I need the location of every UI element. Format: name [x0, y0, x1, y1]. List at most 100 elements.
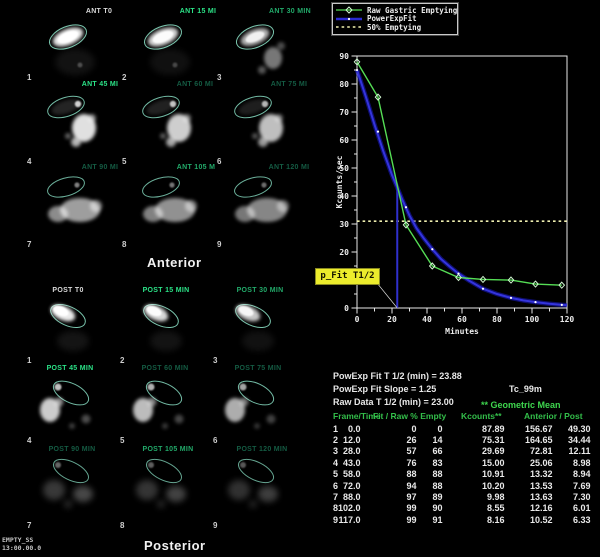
- result-cell: 89: [417, 491, 443, 502]
- fit-curve-glow: [357, 70, 567, 305]
- scintigraphy-image: [28, 18, 122, 80]
- result-cell: 57: [361, 446, 417, 457]
- result-cell: 9: [330, 514, 338, 525]
- result-cell: 58.0: [338, 469, 361, 480]
- result-row: 672.0948810.2013.537.69: [330, 480, 591, 491]
- posterior-cell-1[interactable]: [28, 296, 122, 363]
- legend-item: PowerExpFit: [336, 15, 454, 24]
- result-cell: 88: [417, 469, 443, 480]
- anterior-cell-6[interactable]: [215, 92, 309, 159]
- posterior-cell-2[interactable]: [121, 296, 215, 363]
- result-row: 9117.099918.1610.526.33: [330, 514, 591, 525]
- result-cell: 49.30: [553, 423, 591, 434]
- anterior-frame-number: 7: [27, 240, 31, 249]
- posterior-frame-number: 2: [120, 356, 124, 365]
- result-cell: 7.30: [553, 491, 591, 502]
- result-cell: 94: [361, 480, 417, 491]
- result-cell: 25.06: [505, 457, 553, 468]
- result-cell: 0: [417, 423, 443, 434]
- result-row: 558.0888810.9113.328.94: [330, 469, 591, 480]
- result-row: 8102.099908.5512.166.01: [330, 503, 591, 514]
- posterior-cell-7[interactable]: [28, 454, 122, 521]
- header-fit-raw: Fit / Raw % Empty: [373, 411, 446, 421]
- posterior-cell-4[interactable]: [28, 374, 122, 441]
- posterior-frame-label: POST 75 MIN: [235, 365, 282, 372]
- result-cell: 8.98: [553, 457, 591, 468]
- posterior-frame-number: 7: [27, 521, 31, 530]
- scintigraphy-image: [123, 174, 217, 236]
- anterior-frame-label: ANT 60 MI: [177, 81, 214, 88]
- anterior-cell-7[interactable]: [28, 174, 122, 241]
- result-cell: 13.32: [505, 469, 553, 480]
- anterior-frame-number: 4: [27, 157, 31, 166]
- anterior-frame-label: ANT 75 MI: [271, 81, 308, 88]
- result-cell: 8.16: [443, 514, 505, 525]
- result-cell: 8: [330, 503, 338, 514]
- svg-text:120: 120: [560, 315, 575, 324]
- anterior-cell-2[interactable]: [123, 18, 217, 85]
- gastric-emptying-chart: 0102030405060708090020406080100120Minute…: [330, 0, 600, 345]
- scintigraphy-image: [121, 374, 215, 436]
- posterior-cell-9[interactable]: [213, 454, 307, 521]
- result-cell: 164.65: [505, 434, 553, 445]
- chart-legend: Raw Gastric Emptying PowerExpFit 50% Emp…: [332, 3, 458, 35]
- anterior-cell-8[interactable]: [123, 174, 217, 241]
- posterior-cell-8[interactable]: [121, 454, 215, 521]
- anterior-section-title: Anterior: [147, 255, 202, 270]
- result-cell: 10.52: [505, 514, 553, 525]
- t-half-marker[interactable]: p_Fit T1/2: [315, 268, 380, 285]
- posterior-frame-label: POST 120 MIN: [236, 446, 287, 453]
- svg-text:60: 60: [457, 315, 467, 324]
- result-cell: 43.0: [338, 457, 361, 468]
- result-cell: 97: [361, 491, 417, 502]
- x-axis-label: Minutes: [445, 326, 479, 336]
- result-cell: 8.94: [553, 469, 591, 480]
- isotope-label: Tc_99m: [509, 384, 542, 394]
- anterior-frame-label: ANT 30 MIN: [269, 8, 311, 15]
- posterior-cell-6[interactable]: [213, 374, 307, 441]
- anterior-cell-1[interactable]: [28, 18, 122, 85]
- legend-swatch-raw: [336, 6, 362, 14]
- svg-text:30: 30: [339, 220, 349, 229]
- result-row: 328.0576629.6972.8112.11: [330, 446, 591, 457]
- scintigraphy-image: [121, 454, 215, 516]
- posterior-frame-label: POST 15 MIN: [143, 287, 190, 294]
- study-name: EMPTY_SS: [2, 536, 41, 544]
- posterior-frame-label: POST 105 MIN: [142, 446, 193, 453]
- fit-curve: [357, 70, 567, 305]
- svg-text:40: 40: [422, 315, 432, 324]
- result-cell: 34.44: [553, 434, 591, 445]
- result-row: 212.0261475.31164.6534.44: [330, 434, 591, 445]
- scintigraphy-image: [213, 374, 307, 436]
- posterior-frame-label: POST 90 MIN: [49, 446, 96, 453]
- svg-text:100: 100: [525, 315, 540, 324]
- svg-text:90: 90: [339, 52, 349, 61]
- svg-text:0: 0: [355, 315, 360, 324]
- anterior-cell-5[interactable]: [123, 92, 217, 159]
- legend-item: Raw Gastric Emptying: [336, 6, 454, 15]
- fit-thalf-line: PowExp Fit T 1/2 (min) = 23.88: [333, 371, 462, 381]
- result-cell: 12.16: [505, 503, 553, 514]
- scintigraphy-image: [123, 18, 217, 80]
- result-cell: 7: [330, 491, 338, 502]
- anterior-frame-label: ANT 15 MI: [180, 8, 217, 15]
- posterior-cell-3[interactable]: [213, 296, 307, 363]
- svg-text:20: 20: [387, 315, 397, 324]
- result-cell: 13.63: [505, 491, 553, 502]
- result-cell: 29.69: [443, 446, 505, 457]
- result-cell: 72.81: [505, 446, 553, 457]
- result-cell: 87.89: [443, 423, 505, 434]
- results-table: 10.00087.89156.6749.30212.0261475.31164.…: [330, 423, 591, 526]
- fit-slope-line: PowExp Fit Slope = 1.25: [333, 384, 436, 394]
- result-cell: 10.91: [443, 469, 505, 480]
- anterior-cell-3[interactable]: [215, 18, 309, 85]
- result-cell: 72.0: [338, 480, 361, 491]
- posterior-cell-5[interactable]: [121, 374, 215, 441]
- anterior-cell-4[interactable]: [28, 92, 122, 159]
- result-cell: 99: [361, 514, 417, 525]
- anterior-frame-label: ANT T0: [86, 8, 112, 15]
- result-cell: 91: [417, 514, 443, 525]
- result-cell: 90: [417, 503, 443, 514]
- result-cell: 8.55: [443, 503, 505, 514]
- anterior-cell-9[interactable]: [215, 174, 309, 241]
